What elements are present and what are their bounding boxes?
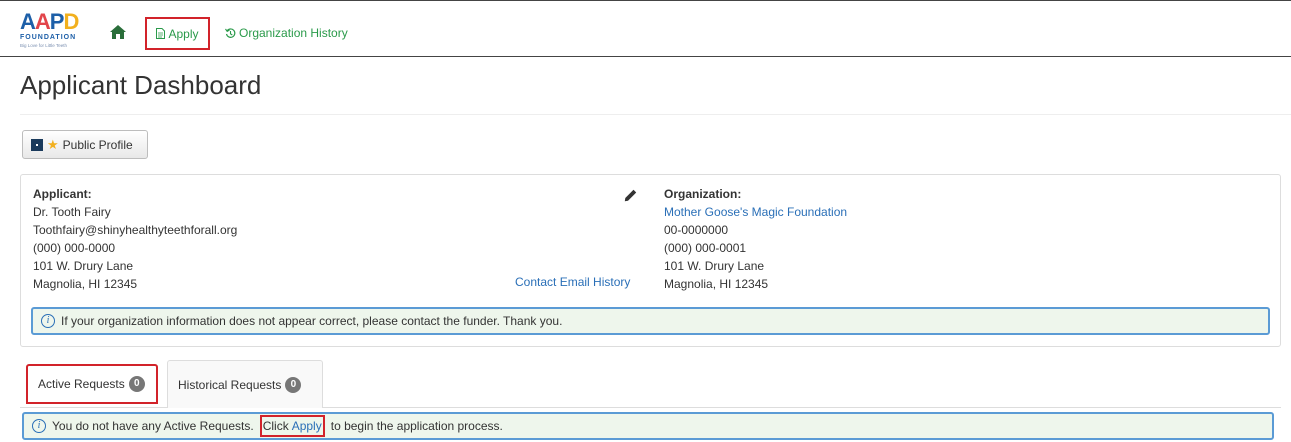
document-icon: [156, 28, 166, 39]
organization-alert-text: If your organization information does no…: [61, 314, 563, 328]
organization-ein: 00-0000000: [664, 223, 729, 237]
logo-wordmark: AAPD: [20, 9, 79, 34]
pencil-icon[interactable]: [624, 189, 637, 202]
aapd-foundation-logo[interactable]: AAPD FOUNDATION Big Love for Little Teet…: [20, 11, 98, 55]
public-profile-label: Public Profile: [62, 137, 133, 152]
organization-info-alert: i If your organization information does …: [31, 307, 1270, 335]
info-icon: i: [41, 314, 55, 328]
applicant-name: Dr. Tooth Fairy: [33, 205, 111, 219]
applicant-address-line1: 101 W. Drury Lane: [33, 259, 134, 273]
organization-address-line2: Magnolia, HI 12345: [664, 277, 769, 291]
title-divider: [20, 114, 1291, 115]
organization-phone: (000) 000-0001: [664, 241, 747, 255]
contact-email-history-link[interactable]: Contact Email History: [515, 275, 630, 289]
info-icon: i: [32, 419, 46, 433]
home-icon[interactable]: [110, 25, 126, 39]
public-profile-button[interactable]: ★ Public Profile: [22, 130, 148, 159]
active-requests-alert: i You do not have any Active Requests. C…: [22, 412, 1274, 440]
qr-code-icon: [31, 138, 43, 151]
tab-historical-requests-label: Historical Requests: [178, 377, 282, 392]
applicant-address-line2: Magnolia, HI 12345: [33, 277, 138, 291]
applicant-email: Toothfairy@shinyhealthyteethforall.org: [33, 223, 238, 237]
star-icon: ★: [47, 136, 59, 152]
nav-history-label: Organization History: [239, 26, 348, 40]
organization-address-line1: 101 W. Drury Lane: [664, 259, 765, 273]
click-label: Click: [262, 419, 289, 433]
historical-requests-count-badge: 0: [285, 376, 302, 393]
tab-active-requests[interactable]: Active Requests 0: [26, 364, 158, 404]
page-title: Applicant Dashboard: [20, 70, 262, 100]
applicant-organization-panel: Applicant: Dr. Tooth Fairy Toothfairy@sh…: [20, 174, 1281, 347]
organization-heading: Organization:: [664, 187, 742, 201]
history-icon: [225, 27, 236, 38]
applicant-details: Applicant: Dr. Tooth Fairy Toothfairy@sh…: [33, 185, 237, 293]
logo-tagline: Big Love for Little Teeth: [20, 43, 67, 48]
logo-subtitle: FOUNDATION: [20, 34, 77, 41]
tab-historical-requests[interactable]: Historical Requests 0: [167, 360, 323, 408]
organization-details: Organization: Mother Goose's Magic Found…: [664, 185, 847, 293]
top-navbar: AAPD FOUNDATION Big Love for Little Teet…: [0, 0, 1291, 57]
click-apply-highlight: Click Apply: [259, 415, 325, 437]
nav-organization-history-link[interactable]: Organization History: [225, 26, 348, 40]
active-requests-count-badge: 0: [128, 376, 145, 392]
alert-apply-link[interactable]: Apply: [292, 419, 322, 433]
requests-alert-text-before: You do not have any Active Requests.: [52, 419, 254, 433]
requests-tabs: Active Requests 0 Historical Requests 0: [20, 360, 1281, 408]
nav-apply-link[interactable]: Apply: [145, 17, 210, 50]
tab-active-requests-label: Active Requests: [38, 377, 125, 391]
applicant-heading: Applicant:: [33, 187, 92, 201]
organization-name-link[interactable]: Mother Goose's Magic Foundation: [664, 203, 847, 221]
nav-apply-label: Apply: [168, 26, 199, 41]
requests-alert-text-after: to begin the application process.: [330, 419, 503, 433]
applicant-phone: (000) 000-0000: [33, 241, 116, 255]
